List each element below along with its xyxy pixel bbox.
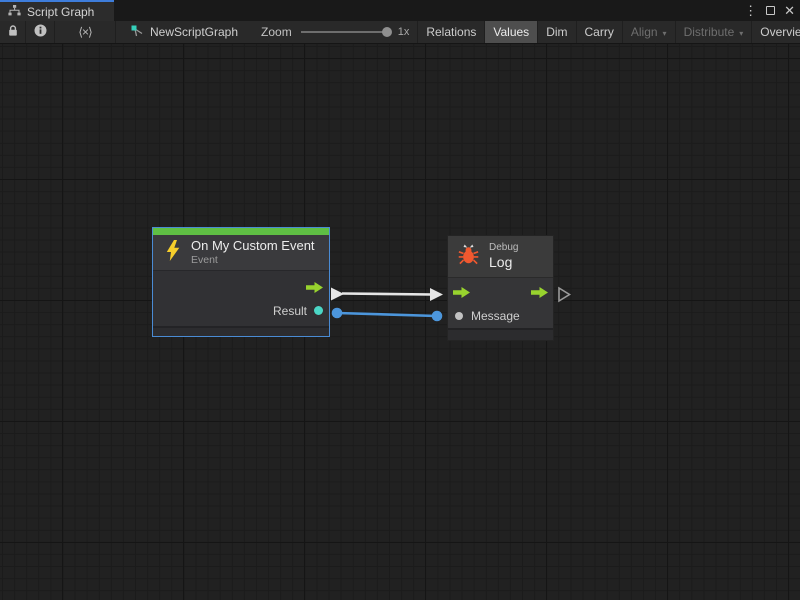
- lightning-bolt-icon: [166, 240, 180, 266]
- overview-button[interactable]: Overview: [751, 21, 800, 43]
- flow-wire[interactable]: [331, 288, 443, 302]
- graph-name-label: NewScriptGraph: [150, 25, 238, 39]
- flow-input-arrow-icon: [453, 287, 470, 298]
- result-port-dot[interactable]: [314, 306, 323, 315]
- info-button[interactable]: [26, 21, 55, 43]
- distribute-dropdown[interactable]: Distribute ▾: [675, 21, 752, 43]
- result-port-label: Result: [273, 304, 307, 318]
- flow-arrow-icon: [306, 282, 323, 293]
- maximize-icon[interactable]: [766, 6, 775, 15]
- chevron-down-icon: ▾: [663, 29, 667, 38]
- message-port-label: Message: [471, 309, 520, 323]
- zoom-slider[interactable]: [301, 31, 391, 33]
- lock-icon: [7, 24, 19, 40]
- align-dropdown[interactable]: Align ▾: [622, 21, 675, 43]
- relations-button[interactable]: Relations: [417, 21, 484, 43]
- script-graph-asset-icon: [131, 25, 144, 40]
- node-header[interactable]: Debug Log: [448, 236, 553, 278]
- wire-layer: [0, 44, 800, 600]
- chevron-down-icon: ▾: [739, 29, 743, 38]
- flow-port-row[interactable]: [448, 281, 553, 304]
- carry-button[interactable]: Carry: [576, 21, 622, 43]
- zoom-control: Zoom 1x: [261, 21, 413, 43]
- close-icon[interactable]: ✕: [784, 4, 795, 17]
- flow-output-arrow-icon: [531, 287, 548, 298]
- flow-output-port-row[interactable]: [153, 276, 329, 299]
- lock-button[interactable]: [0, 21, 26, 43]
- toolbar-toggle-group: Relations Values Dim Carry Align ▾ Distr…: [417, 21, 800, 43]
- window-menu-icon[interactable]: ⋮: [744, 4, 757, 17]
- unconnected-flow-port[interactable]: [559, 288, 570, 301]
- values-button[interactable]: Values: [484, 21, 537, 43]
- toolbar: ⟨×⟩ NewScriptGraph Zoom 1x Relations Val…: [0, 21, 800, 44]
- node-title: Log: [489, 254, 518, 271]
- node-on-my-custom-event[interactable]: On My Custom Event Event Result: [152, 227, 330, 337]
- graph-hierarchy-icon: [8, 5, 21, 19]
- tab-script-graph[interactable]: Script Graph: [0, 0, 114, 21]
- bug-icon: [457, 243, 480, 271]
- message-port-dot[interactable]: [455, 312, 463, 320]
- zoom-label: Zoom: [261, 25, 292, 39]
- info-icon: [34, 24, 47, 40]
- code-view-icon: ⟨×⟩: [78, 25, 91, 39]
- value-wire[interactable]: [332, 308, 443, 322]
- result-output-port-row[interactable]: Result: [153, 299, 329, 322]
- node-debug-log[interactable]: Debug Log Message: [447, 235, 554, 341]
- node-subtitle: Event: [191, 254, 315, 266]
- event-accent-bar: [153, 228, 329, 235]
- node-footer: [153, 326, 329, 336]
- graph-name-breadcrumb[interactable]: NewScriptGraph: [131, 21, 238, 43]
- node-footer: [448, 328, 553, 340]
- node-title: On My Custom Event: [191, 239, 315, 254]
- zoom-value: 1x: [398, 26, 410, 38]
- code-view-button[interactable]: ⟨×⟩: [55, 21, 116, 43]
- node-header[interactable]: On My Custom Event Event: [153, 235, 329, 271]
- dim-button[interactable]: Dim: [537, 21, 575, 43]
- message-input-port-row[interactable]: Message: [448, 304, 553, 327]
- graph-canvas[interactable]: On My Custom Event Event Result: [0, 44, 800, 600]
- tab-title: Script Graph: [27, 5, 94, 19]
- zoom-slider-handle[interactable]: [382, 27, 392, 37]
- titlebar: Script Graph ⋮ ✕: [0, 0, 800, 21]
- node-surtitle: Debug: [489, 242, 518, 254]
